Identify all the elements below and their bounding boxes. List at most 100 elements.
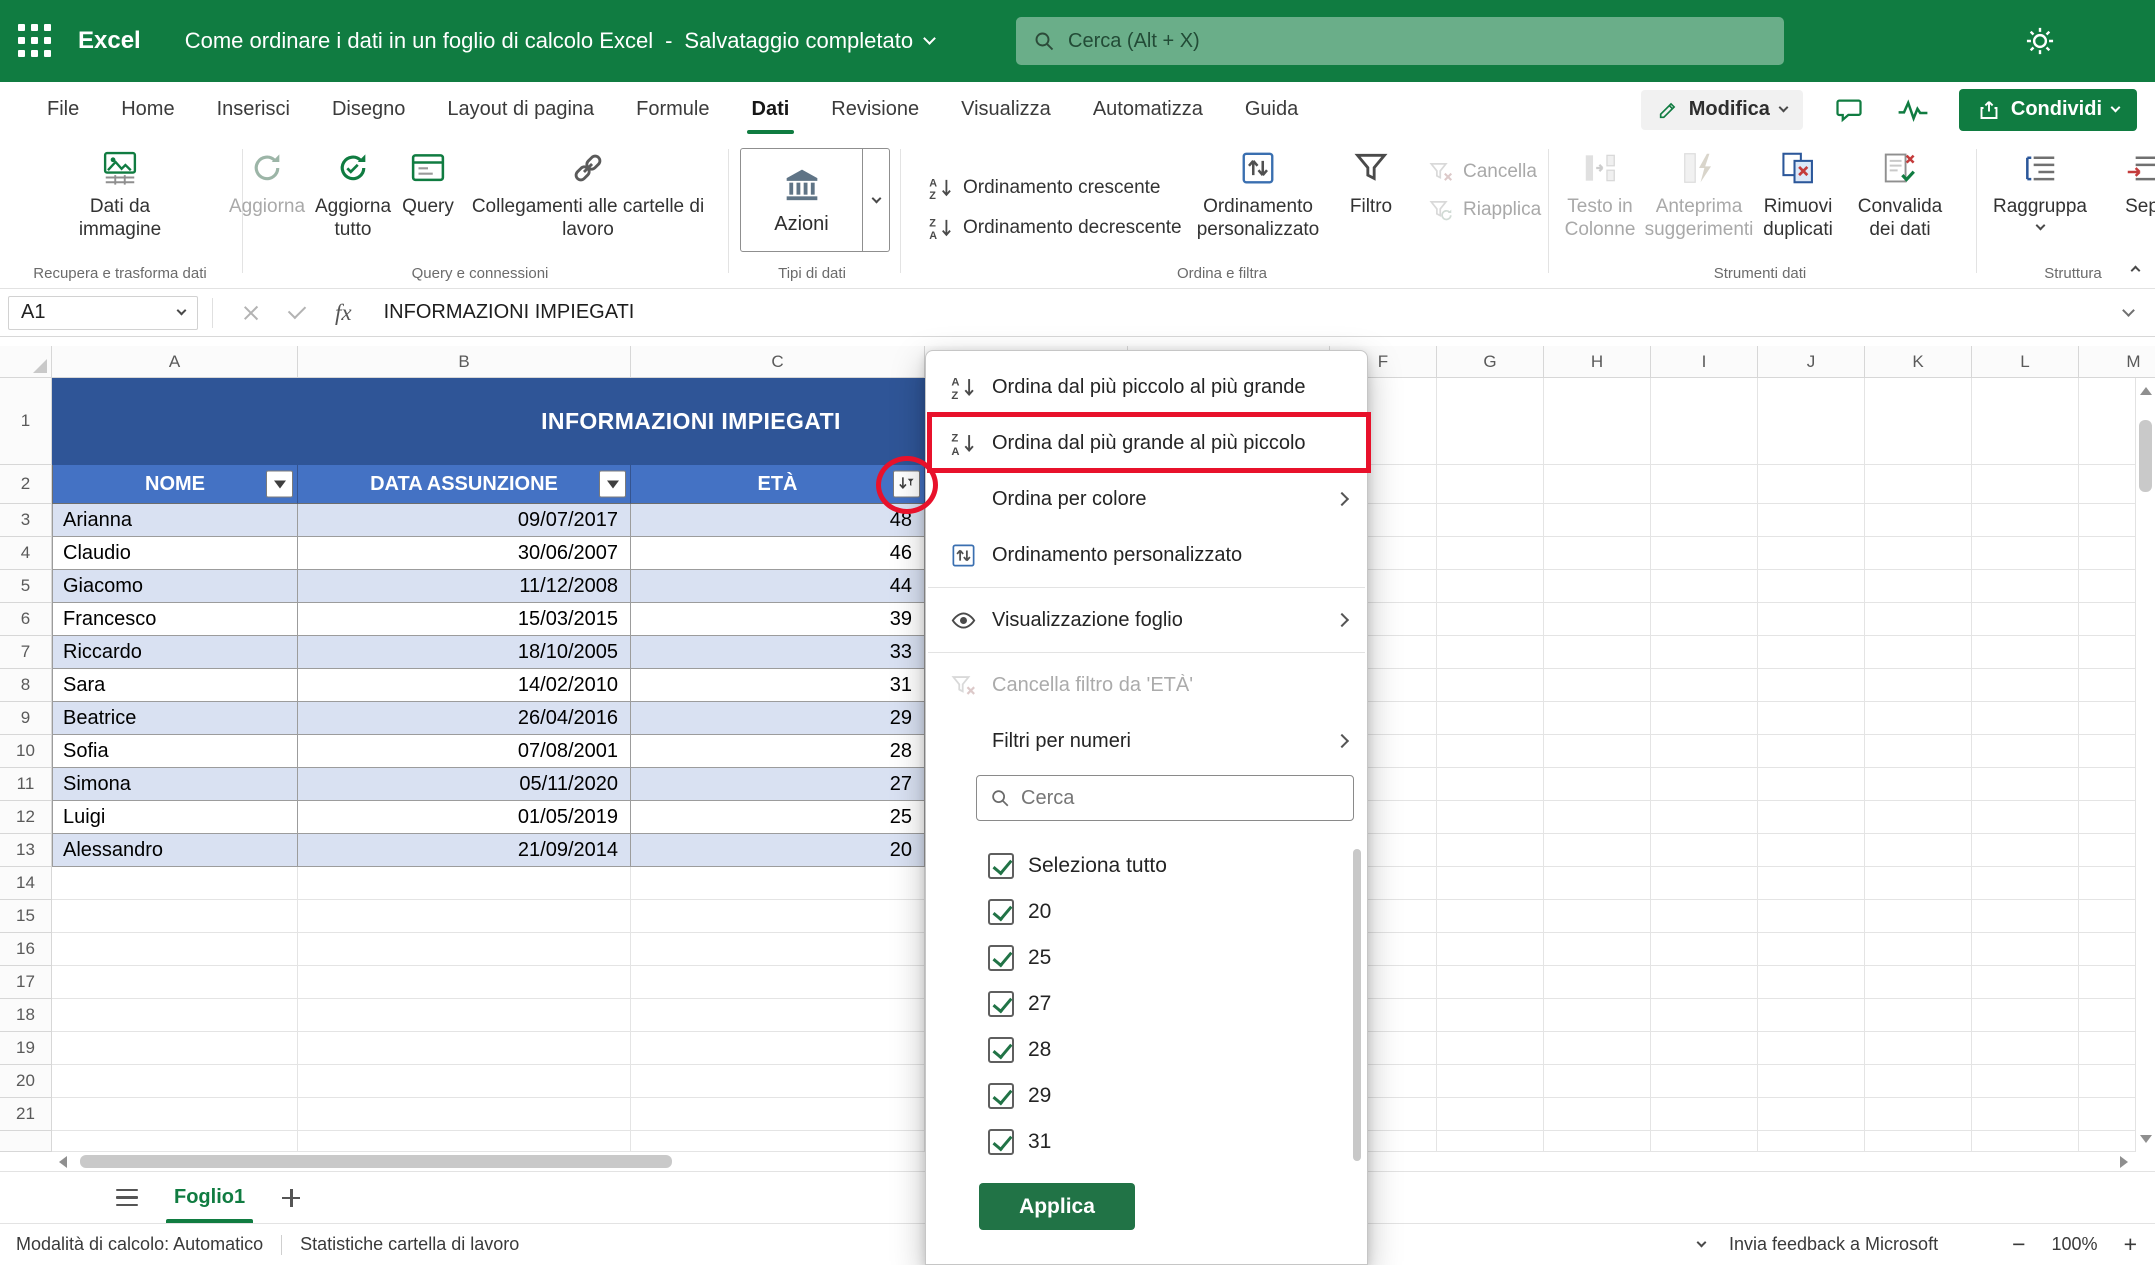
tab-disegno[interactable]: Disegno xyxy=(311,82,426,137)
cell-I15[interactable] xyxy=(1651,900,1758,933)
tab-revisione[interactable]: Revisione xyxy=(810,82,940,137)
cell-K7[interactable] xyxy=(1865,636,1972,669)
cell-L16[interactable] xyxy=(1972,933,2079,966)
vertical-scrollbar[interactable] xyxy=(2135,378,2155,1152)
cell-G7[interactable] xyxy=(1437,636,1544,669)
cell-L10[interactable] xyxy=(1972,735,2079,768)
workbook-links-button[interactable]: Collegamenti alle cartelle di lavoro xyxy=(462,145,714,261)
cell-I9[interactable] xyxy=(1651,702,1758,735)
col-header-i[interactable]: I xyxy=(1651,346,1758,378)
age-cell[interactable]: 25 xyxy=(631,801,925,834)
row-header-6[interactable]: 6 xyxy=(0,603,52,636)
age-cell[interactable]: 39 xyxy=(631,603,925,636)
col-header-j[interactable]: J xyxy=(1758,346,1865,378)
hire-date-cell[interactable]: 09/07/2017 xyxy=(298,504,631,537)
cell-I18[interactable] xyxy=(1651,999,1758,1032)
row-header-1[interactable]: 1 xyxy=(0,378,52,465)
cell-J16[interactable] xyxy=(1758,933,1865,966)
cell-H10[interactable] xyxy=(1544,735,1651,768)
filter-value-seleziona-tutto[interactable]: Seleziona tutto xyxy=(926,843,1367,889)
employee-name-cell[interactable]: Beatrice xyxy=(52,702,298,735)
activity-button[interactable] xyxy=(1895,92,1931,128)
cell-C16[interactable] xyxy=(631,933,925,966)
filter-button[interactable]: Filtro xyxy=(1338,145,1404,261)
cell-A19[interactable] xyxy=(52,1032,298,1065)
cell-I12[interactable] xyxy=(1651,801,1758,834)
cell-G3[interactable] xyxy=(1437,504,1544,537)
cell-J8[interactable] xyxy=(1758,669,1865,702)
cell-L2[interactable] xyxy=(1972,465,2079,504)
cell-I14[interactable] xyxy=(1651,867,1758,900)
filter-button-nome[interactable] xyxy=(266,471,293,498)
checkbox-checked-icon[interactable] xyxy=(988,1037,1014,1063)
checkbox-checked-icon[interactable] xyxy=(988,853,1014,879)
cell-B14[interactable] xyxy=(298,867,631,900)
cell-H6[interactable] xyxy=(1544,603,1651,636)
cell-H17[interactable] xyxy=(1544,966,1651,999)
row-header-3[interactable]: 3 xyxy=(0,504,52,537)
sheet-menu-icon[interactable] xyxy=(116,1189,138,1207)
cell-L18[interactable] xyxy=(1972,999,2079,1032)
cell-G19[interactable] xyxy=(1437,1032,1544,1065)
query-button[interactable]: Query xyxy=(396,145,460,261)
tab-guida[interactable]: Guida xyxy=(1224,82,1319,137)
cell-H19[interactable] xyxy=(1544,1032,1651,1065)
filter-value-20[interactable]: 20 xyxy=(926,889,1367,935)
age-cell[interactable]: 27 xyxy=(631,768,925,801)
cell-J17[interactable] xyxy=(1758,966,1865,999)
age-cell[interactable]: 33 xyxy=(631,636,925,669)
cell-G16[interactable] xyxy=(1437,933,1544,966)
cell-G1[interactable] xyxy=(1437,378,1544,465)
checkbox-checked-icon[interactable] xyxy=(988,945,1014,971)
tab-dati[interactable]: Dati xyxy=(731,82,811,137)
cell-A22[interactable] xyxy=(52,1131,298,1152)
mode-switch-button[interactable]: Modifica xyxy=(1641,90,1803,130)
cell-C17[interactable] xyxy=(631,966,925,999)
age-cell[interactable]: 29 xyxy=(631,702,925,735)
row-header-9[interactable]: 9 xyxy=(0,702,52,735)
col-header-l[interactable]: L xyxy=(1972,346,2079,378)
row-header-4[interactable]: 4 xyxy=(0,537,52,570)
cell-K9[interactable] xyxy=(1865,702,1972,735)
cell-G21[interactable] xyxy=(1437,1098,1544,1131)
sheet-tab-foglio1[interactable]: Foglio1 xyxy=(166,1172,253,1223)
cell-H12[interactable] xyxy=(1544,801,1651,834)
select-all-button[interactable] xyxy=(0,346,52,378)
hire-date-cell[interactable]: 14/02/2010 xyxy=(298,669,631,702)
workbook-stats-button[interactable]: Statistiche cartella di lavoro xyxy=(300,1234,519,1255)
menu-item-ordinamento-personalizzato[interactable]: Ordinamento personalizzato xyxy=(926,527,1367,583)
cell-I6[interactable] xyxy=(1651,603,1758,636)
cell-L20[interactable] xyxy=(1972,1065,2079,1098)
cell-H11[interactable] xyxy=(1544,768,1651,801)
cell-L4[interactable] xyxy=(1972,537,2079,570)
cell-G5[interactable] xyxy=(1437,570,1544,603)
filter-value-25[interactable]: 25 xyxy=(926,935,1367,981)
cell-H21[interactable] xyxy=(1544,1098,1651,1131)
menu-item-visualizzazione-foglio[interactable]: Visualizzazione foglio xyxy=(926,592,1367,648)
cell-G9[interactable] xyxy=(1437,702,1544,735)
cell-G6[interactable] xyxy=(1437,603,1544,636)
cell-L6[interactable] xyxy=(1972,603,2079,636)
row-header-8[interactable]: 8 xyxy=(0,669,52,702)
zoom-out-button[interactable]: − xyxy=(2010,1231,2027,1258)
add-sheet-button[interactable] xyxy=(281,1188,301,1208)
cell-J12[interactable] xyxy=(1758,801,1865,834)
cell-C21[interactable] xyxy=(631,1098,925,1131)
cell-I13[interactable] xyxy=(1651,834,1758,867)
cell-G8[interactable] xyxy=(1437,669,1544,702)
zoom-level[interactable]: 100% xyxy=(2052,1234,2098,1255)
cell-J4[interactable] xyxy=(1758,537,1865,570)
col-header-m[interactable]: M xyxy=(2079,346,2155,378)
tab-file[interactable]: File xyxy=(26,82,100,137)
cell-C15[interactable] xyxy=(631,900,925,933)
cell-K20[interactable] xyxy=(1865,1065,1972,1098)
cell-J10[interactable] xyxy=(1758,735,1865,768)
cell-I7[interactable] xyxy=(1651,636,1758,669)
cell-B21[interactable] xyxy=(298,1098,631,1131)
menu-search-input[interactable] xyxy=(1021,787,1341,810)
cell-A14[interactable] xyxy=(52,867,298,900)
col-header-b[interactable]: B xyxy=(298,346,631,378)
cell-H3[interactable] xyxy=(1544,504,1651,537)
employee-name-cell[interactable]: Simona xyxy=(52,768,298,801)
filter-value-29[interactable]: 29 xyxy=(926,1073,1367,1119)
